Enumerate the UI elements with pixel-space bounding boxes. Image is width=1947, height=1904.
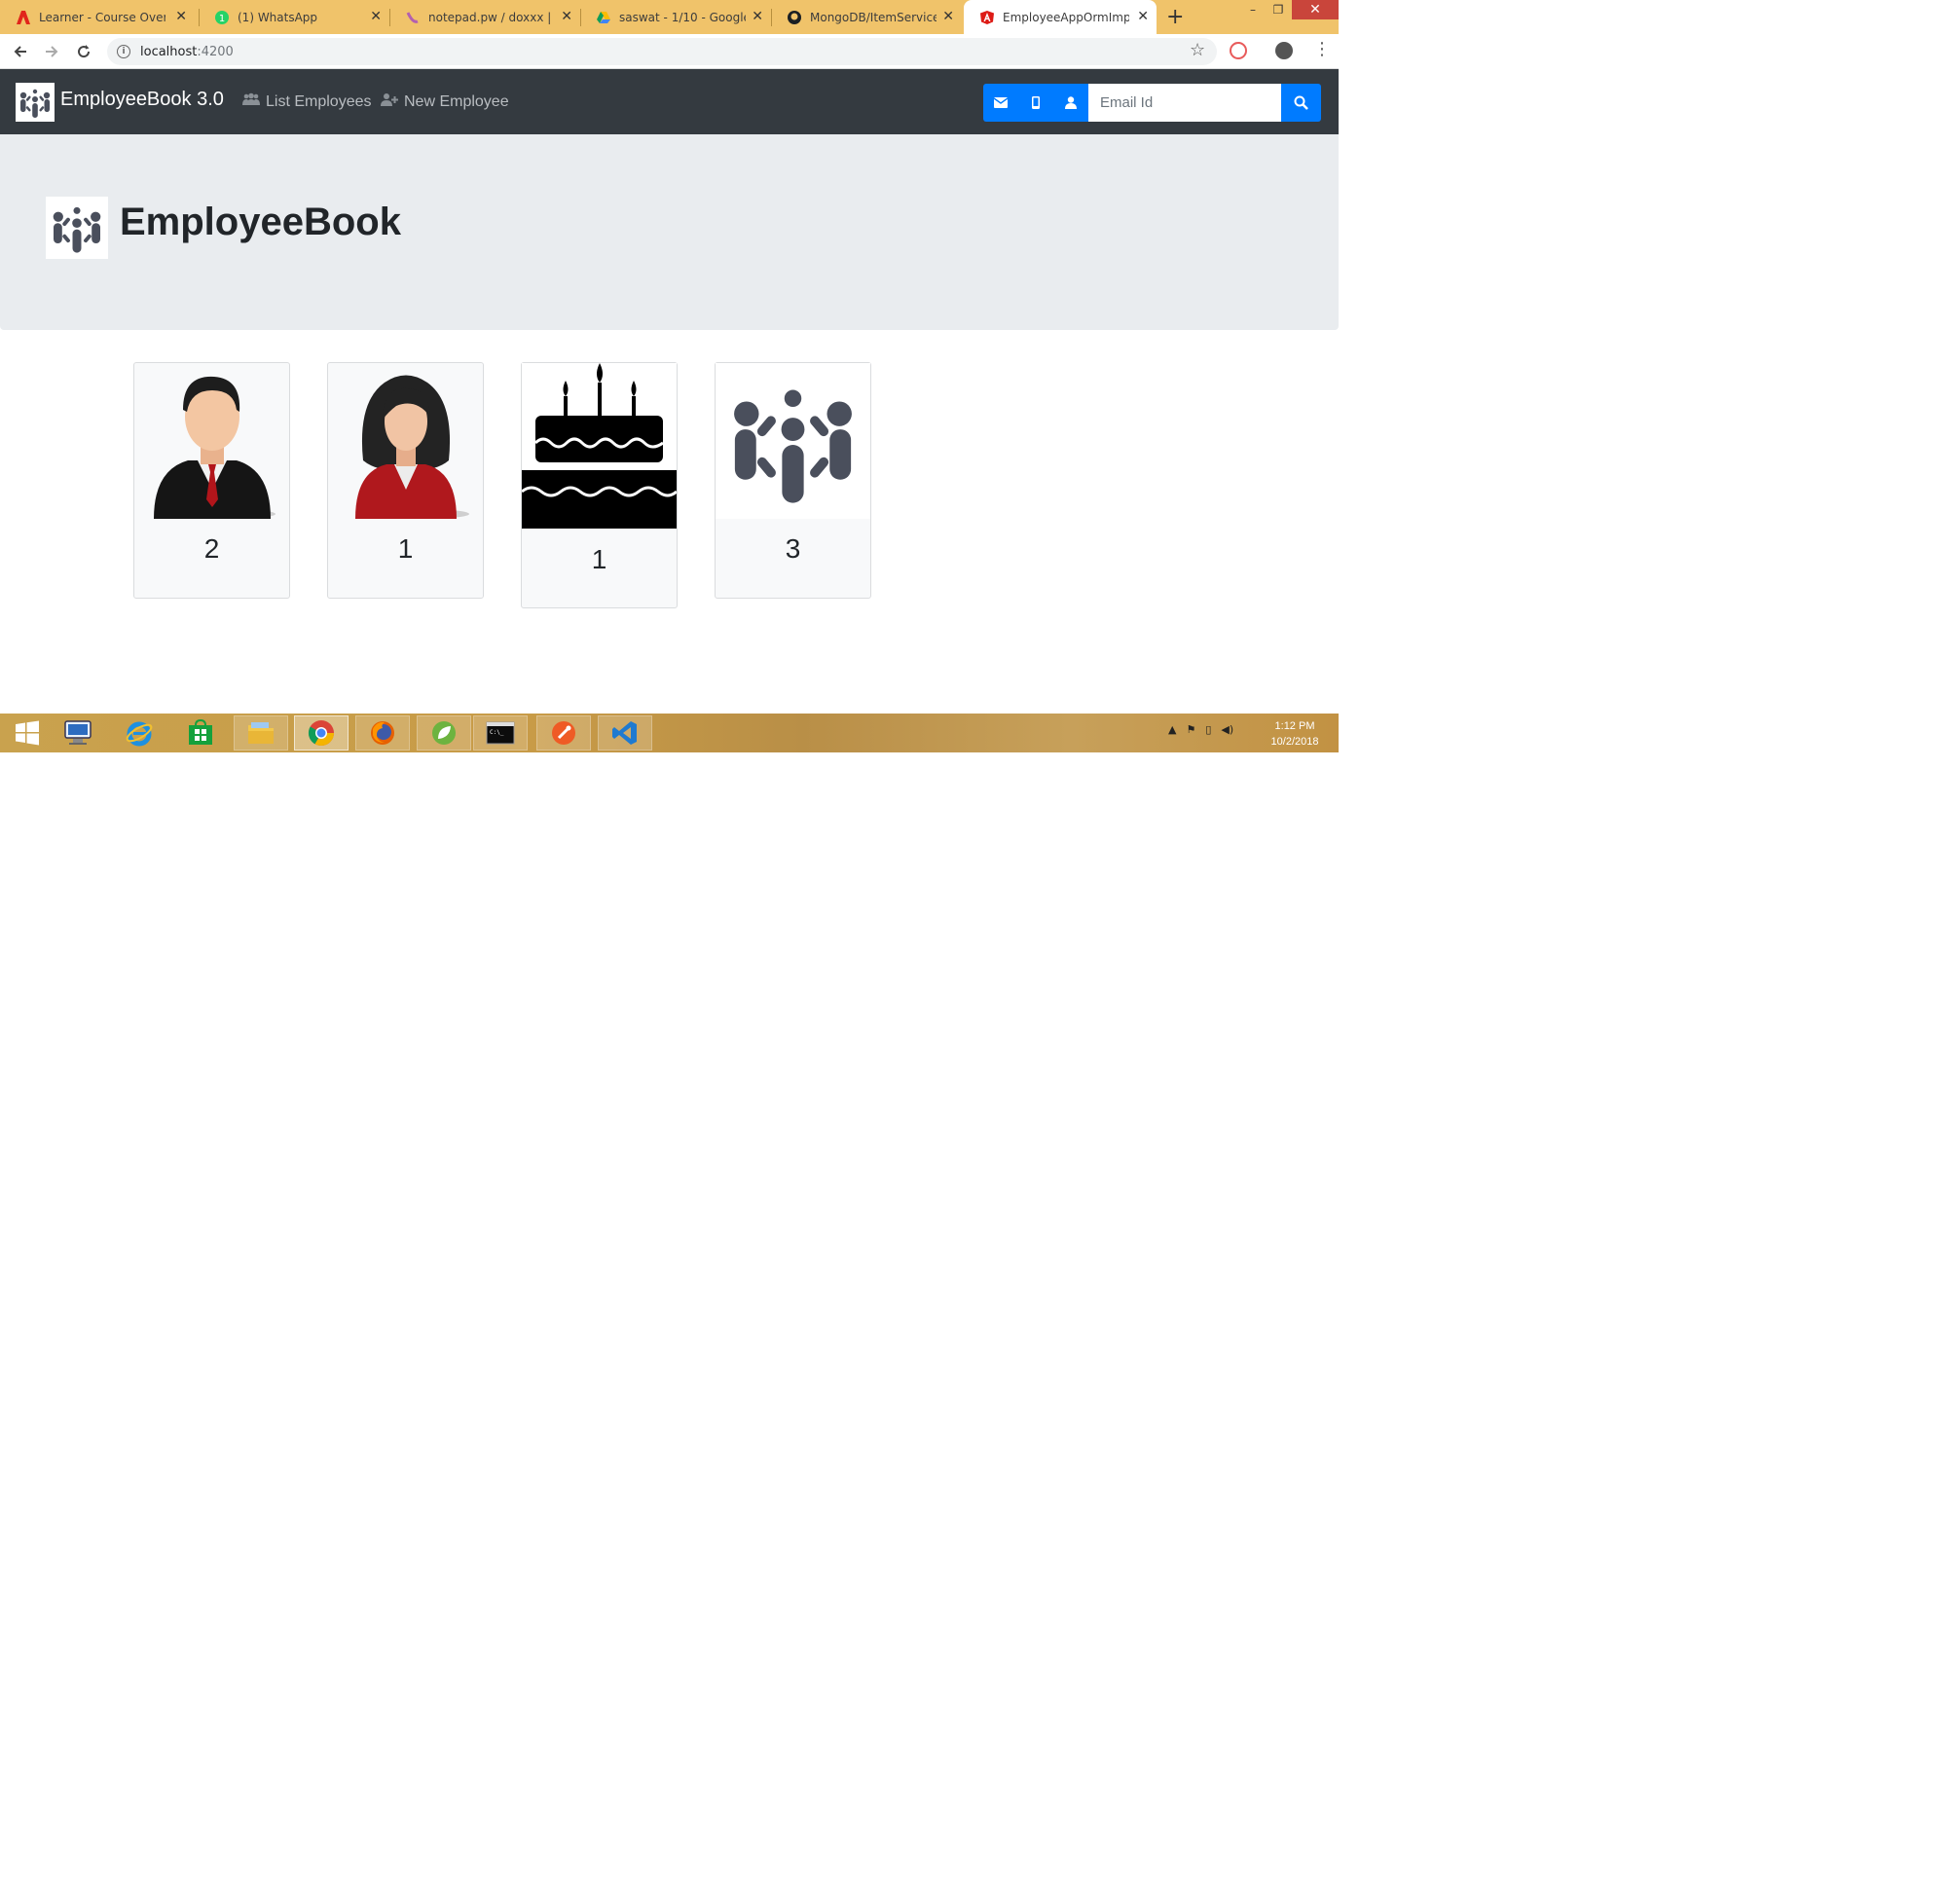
volume-icon[interactable]: ◀): [1221, 723, 1233, 736]
info-icon[interactable]: i: [117, 45, 130, 58]
birthday-count: 1: [591, 544, 607, 574]
brand-title[interactable]: EmployeeBook 3.0: [60, 89, 224, 111]
screenshot-frame: Learner - Course Overvie ✕ 1 (1) WhatsAp…: [0, 0, 1339, 752]
mobile-icon: [1032, 96, 1040, 109]
search-submit-button[interactable]: [1281, 84, 1321, 122]
svg-text:C:\_: C:\_: [490, 729, 504, 736]
extension-icon[interactable]: [1230, 42, 1247, 59]
search-by-name-button[interactable]: [1053, 84, 1088, 122]
group-icon: [716, 363, 870, 519]
adobe-icon: [16, 10, 31, 25]
male-avatar-icon: [134, 363, 289, 519]
address-bar[interactable]: i localhost :4200: [107, 38, 1217, 65]
postman-icon[interactable]: [536, 715, 591, 751]
action-center-flag-icon[interactable]: ⚑: [1186, 723, 1195, 736]
tab-google-drive[interactable]: saswat - 1/10 - Google D ✕: [580, 0, 771, 34]
female-count: 1: [397, 533, 414, 564]
email-search-input[interactable]: [1088, 84, 1281, 122]
close-icon[interactable]: ✕: [175, 10, 187, 23]
close-icon[interactable]: ✕: [1137, 10, 1149, 23]
brand-logo-icon[interactable]: [16, 83, 55, 122]
profile-icon[interactable]: [1275, 42, 1293, 59]
file-explorer-icon[interactable]: [234, 715, 288, 751]
tab-title: saswat - 1/10 - Google D: [619, 10, 746, 24]
user-icon: [1065, 96, 1077, 109]
employeebook-logo-icon: [46, 197, 108, 259]
close-icon[interactable]: ✕: [942, 10, 954, 23]
new-tab-button[interactable]: +: [1166, 5, 1184, 29]
tab-learner[interactable]: Learner - Course Overvie ✕: [0, 0, 195, 34]
back-icon[interactable]: [11, 42, 30, 61]
menu-icon[interactable]: ⋮: [1313, 39, 1331, 59]
tab-whatsapp[interactable]: 1 (1) WhatsApp ✕: [199, 0, 389, 34]
terminal-icon[interactable]: C:\_: [473, 715, 528, 751]
clock-date: 10/2/2018: [1270, 736, 1319, 748]
angular-icon: [979, 10, 995, 25]
forward-icon[interactable]: [42, 42, 61, 61]
url-host: localhost: [140, 44, 198, 59]
tab-github[interactable]: MongoDB/ItemServiceIn ✕: [771, 0, 962, 34]
tab-employee-app[interactable]: EmployeeAppOrmImpl ✕: [964, 0, 1157, 34]
close-icon[interactable]: ✕: [752, 10, 763, 23]
url-port: :4200: [197, 44, 234, 59]
nav-list-employees-label: List Employees: [266, 92, 372, 110]
users-icon: [242, 92, 260, 111]
app-navbar: EmployeeBook 3.0 List Employees New Empl…: [0, 69, 1339, 134]
tab-title: notepad.pw / doxxx | Th: [428, 10, 555, 24]
whatsapp-icon: 1: [214, 10, 230, 25]
tab-title: EmployeeAppOrmImpl: [1003, 10, 1129, 24]
tab-title: Learner - Course Overvie: [39, 10, 165, 24]
start-icon[interactable]: [0, 715, 55, 751]
system-tray: ▲ ⚑ ▯ ◀): [1168, 723, 1233, 736]
nav-list-employees[interactable]: List Employees: [242, 92, 372, 111]
reload-icon[interactable]: [74, 42, 93, 61]
total-employees-card[interactable]: 3: [715, 362, 871, 599]
google-drive-icon: [596, 10, 611, 25]
maximize-button[interactable]: ❐: [1267, 0, 1290, 19]
search-form: [983, 84, 1321, 122]
clock-time: 1:12 PM: [1274, 720, 1315, 732]
browser-tab-bar: Learner - Course Overvie ✕ 1 (1) WhatsAp…: [0, 0, 1339, 34]
windows-taskbar: C:\_ ▲ ⚑ ▯ ◀) 1:12 PM 10/2/2018: [0, 714, 1339, 752]
spring-tool-icon[interactable]: [417, 715, 471, 751]
minimize-button[interactable]: –: [1241, 0, 1265, 19]
remote-desktop-icon[interactable]: [51, 715, 105, 751]
firefox-icon[interactable]: [355, 715, 410, 751]
nav-new-employee[interactable]: New Employee: [381, 92, 509, 111]
birthdays-card[interactable]: 1: [521, 362, 678, 608]
close-icon[interactable]: ✕: [370, 10, 382, 23]
bookmark-star-icon[interactable]: ☆: [1190, 40, 1205, 60]
female-employees-card[interactable]: 1: [327, 362, 484, 599]
window-close-button[interactable]: ✕: [1292, 0, 1339, 19]
taskbar-clock[interactable]: 1:12 PM 10/2/2018: [1266, 718, 1324, 750]
male-count: 2: [203, 533, 220, 564]
internet-explorer-icon[interactable]: [112, 715, 166, 751]
tab-notepad[interactable]: notepad.pw / doxxx | Th ✕: [389, 0, 580, 34]
tab-title: MongoDB/ItemServiceIn: [810, 10, 937, 24]
close-icon[interactable]: ✕: [561, 10, 572, 23]
show-hidden-icons-icon[interactable]: ▲: [1168, 723, 1176, 736]
total-count: 3: [785, 533, 801, 564]
browser-toolbar: i localhost :4200: [0, 34, 1339, 69]
birthday-cake-icon: [522, 363, 677, 530]
male-employees-card[interactable]: 2: [133, 362, 290, 599]
page-title: EmployeeBook: [120, 201, 401, 243]
github-icon: [787, 10, 802, 25]
svg-text:1: 1: [219, 14, 225, 24]
chrome-icon[interactable]: [294, 715, 349, 751]
female-avatar-icon: [328, 363, 483, 519]
user-plus-icon: [381, 92, 398, 111]
nav-new-employee-label: New Employee: [404, 92, 509, 110]
search-by-email-button[interactable]: [983, 84, 1018, 122]
envelope-icon: [994, 97, 1008, 108]
vscode-icon[interactable]: [598, 715, 652, 751]
tab-title: (1) WhatsApp: [238, 10, 318, 24]
battery-icon[interactable]: ▯: [1205, 723, 1211, 736]
store-icon[interactable]: [173, 715, 228, 751]
search-by-mobile-button[interactable]: [1018, 84, 1053, 122]
jumbotron: EmployeeBook: [0, 134, 1339, 330]
notepad-icon: [405, 10, 421, 25]
search-icon: [1294, 95, 1308, 110]
